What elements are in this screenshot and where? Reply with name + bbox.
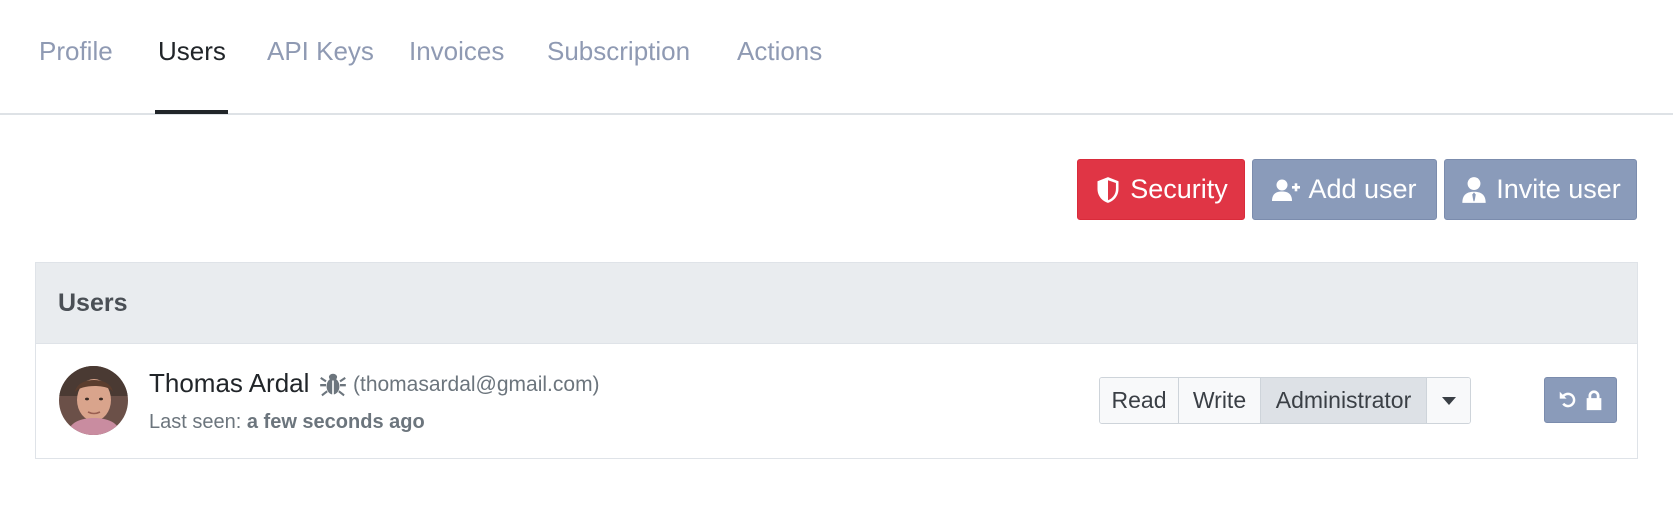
lock-icon [1586,390,1601,411]
role-selector: Read Write Administrator [1099,377,1471,424]
user-plus-icon [1272,179,1301,201]
invite-user-button[interactable]: Invite user [1444,159,1637,220]
users-card: Users Thomas Ardal (thomasardal@gmail.co… [35,262,1638,459]
tab-actions[interactable]: Actions [737,36,822,67]
add-user-button-label: Add user [1308,174,1417,204]
tab-users[interactable]: Users [158,36,226,67]
user-email: (thomasardal@gmail.com) [353,373,600,396]
tab-subscription[interactable]: Subscription [547,36,690,67]
add-user-button[interactable]: Add user [1252,159,1437,220]
bug-icon[interactable] [319,370,347,398]
invite-user-button-label: Invite user [1496,174,1621,204]
caret-down-icon [1441,396,1456,405]
last-seen-value: a few seconds ago [246,411,425,433]
tab-api-keys[interactable]: API Keys [267,36,374,67]
tab-invoices[interactable]: Invoices [409,36,504,67]
user-name: Thomas Ardal [149,368,310,398]
role-read-button[interactable]: Read [1100,378,1179,423]
last-seen-label: Last seen: [149,411,242,433]
role-write-button[interactable]: Write [1179,378,1261,423]
last-seen: Last seen: a few seconds ago [149,411,425,434]
user-tie-icon [1462,176,1486,203]
tab-bar: Profile Users API Keys Invoices Subscrip… [0,0,1673,115]
undo-icon [1559,391,1575,408]
active-tab-indicator [155,110,228,114]
shield-icon [1097,176,1119,203]
reset-access-button[interactable] [1544,377,1617,423]
tab-profile[interactable]: Profile [39,36,113,67]
role-administrator-button[interactable]: Administrator [1261,378,1427,423]
role-dropdown-toggle[interactable] [1427,378,1470,423]
users-card-title: Users [58,288,128,317]
avatar [59,366,128,435]
users-card-header: Users [36,263,1637,344]
security-button-label: Security [1130,174,1228,204]
security-button[interactable]: Security [1077,159,1245,220]
